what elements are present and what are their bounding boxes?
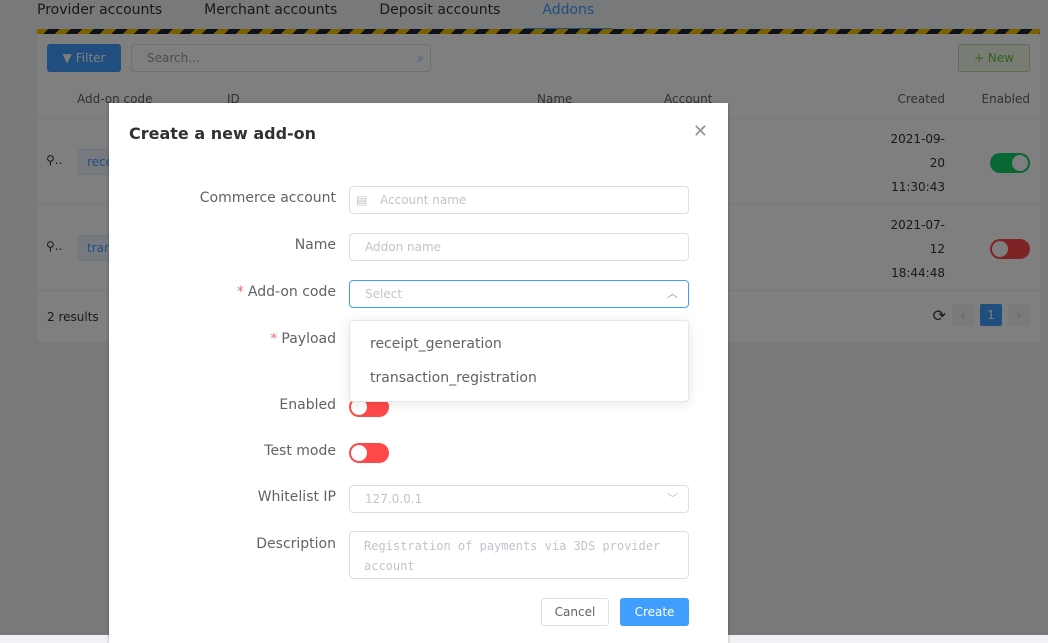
payload-label: * Payload xyxy=(270,331,336,347)
option-receipt-generation[interactable]: receipt_generation xyxy=(350,327,688,361)
name-input[interactable]: Addon name xyxy=(349,233,689,261)
chevron-down-icon: ﹀ xyxy=(667,492,678,505)
test-mode-label: Test mode xyxy=(264,443,336,459)
code-dropdown: receipt_generation transaction_registrat… xyxy=(349,320,689,402)
commerce-account-input[interactable]: ▤ Account name xyxy=(349,186,689,214)
store-icon: ▤ xyxy=(356,193,368,207)
create-addon-dialog: Create a new add-on ✕ Commerce account ▤… xyxy=(109,103,728,643)
close-icon[interactable]: ✕ xyxy=(693,121,708,142)
create-button[interactable]: Create xyxy=(620,598,689,626)
cancel-button[interactable]: Cancel xyxy=(541,598,609,626)
description-label: Description xyxy=(256,536,336,552)
code-label: * Add-on code xyxy=(236,284,336,300)
chevron-up-icon: ︿ xyxy=(667,287,678,300)
dialog-title: Create a new add-on xyxy=(129,124,317,143)
option-transaction-registration[interactable]: transaction_registration xyxy=(350,361,688,395)
whitelist-label: Whitelist IP xyxy=(257,489,336,505)
code-select[interactable]: Select ︿ xyxy=(349,280,689,308)
test-mode-switch[interactable] xyxy=(349,443,389,463)
enabled-label: Enabled xyxy=(279,397,336,413)
name-label: Name xyxy=(294,237,336,253)
description-textarea[interactable]: Registration of payments via 3DS provide… xyxy=(349,531,689,579)
commerce-account-label: Commerce account xyxy=(199,190,336,206)
whitelist-select[interactable]: 127.0.0.1 ﹀ xyxy=(349,485,689,513)
